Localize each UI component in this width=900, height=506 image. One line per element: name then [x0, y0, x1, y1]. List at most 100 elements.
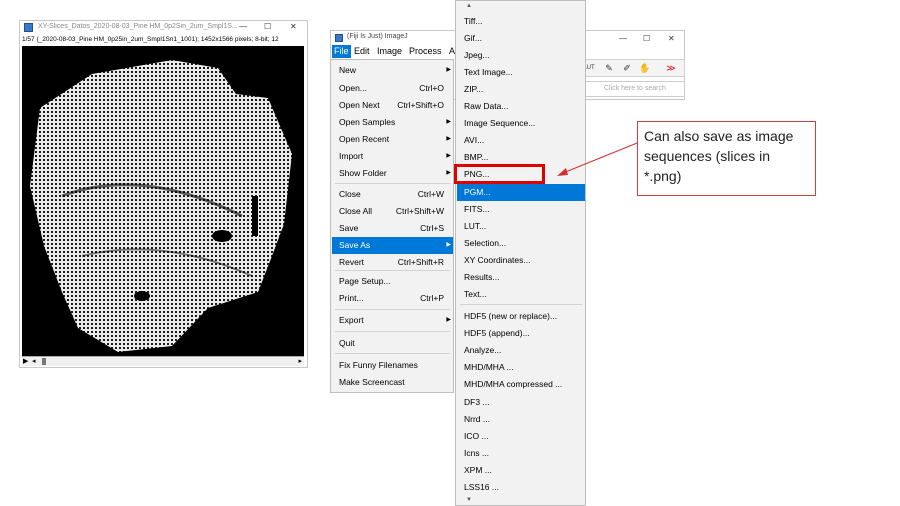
maximize-button[interactable]: ☐	[264, 22, 271, 31]
menu-item-label: Close	[339, 189, 361, 199]
file-menu-item-export[interactable]: Export ▶	[332, 312, 453, 329]
save-as-item-zip[interactable]: ZIP...	[457, 81, 585, 98]
imagej-app-icon	[24, 23, 33, 32]
save-as-item-xy-coordinates[interactable]: XY Coordinates...	[457, 252, 585, 269]
file-menu-item-quit[interactable]: Quit	[332, 335, 453, 352]
save-as-item-analyze[interactable]: Analyze...	[457, 342, 585, 359]
save-as-item-ico[interactable]: ICO ...	[457, 428, 585, 445]
save-as-item-mhd-mha-compressed[interactable]: MHD/MHA compressed ...	[457, 376, 585, 393]
menu-item-label: Close All	[339, 206, 373, 216]
save-as-item-raw-data[interactable]: Raw Data...	[457, 98, 585, 115]
scroll-up-icon[interactable]: ▲	[466, 3, 472, 9]
save-as-item-avi[interactable]: AVI...	[457, 132, 585, 149]
file-menu-item-save[interactable]: Save Ctrl+S	[332, 220, 453, 237]
file-menu-item-close[interactable]: Close Ctrl+W	[332, 186, 453, 203]
submenu-arrow-icon: ▶	[446, 153, 451, 159]
file-menu-item-show-folder[interactable]: Show Folder ▶	[332, 165, 453, 182]
menu-item-label: Page Setup...	[339, 276, 391, 286]
file-menu: New ▶ Open... Ctrl+O Open Next Ctrl+Shift+O Op…	[330, 59, 454, 393]
file-menu-item-revert[interactable]: Revert Ctrl+Shift+R	[332, 254, 453, 271]
file-menu-item-open-recent[interactable]: Open Recent ▶	[332, 131, 453, 148]
menu-item-label: Open...	[339, 83, 367, 93]
close-button[interactable]: ✕	[290, 22, 297, 31]
menu-item-label: Open Next	[339, 100, 380, 110]
menu-item-label: Show Folder	[339, 168, 387, 178]
submenu-arrow-icon: ▶	[446, 170, 451, 176]
more-tools-icon[interactable]: ≫	[664, 62, 678, 75]
save-as-item-selection[interactable]: Selection...	[457, 235, 585, 252]
save-as-item-tiff[interactable]: Tiff...	[457, 13, 585, 30]
save-as-item-xpm[interactable]: XPM ...	[457, 462, 585, 479]
save-as-item-mhd-mha[interactable]: MHD/MHA ...	[457, 359, 585, 376]
menu-separator	[335, 331, 450, 332]
submenu-arrow-icon: ▶	[446, 136, 451, 142]
save-as-item-pgm[interactable]: PGM...	[457, 184, 585, 201]
image-canvas[interactable]	[22, 46, 304, 358]
save-as-item-gif[interactable]: Gif...	[457, 30, 585, 47]
save-as-item-jpeg[interactable]: Jpeg...	[457, 47, 585, 64]
menu-item-label: Make Screencast	[339, 377, 405, 387]
menu-item-label: Save As	[339, 240, 371, 250]
file-menu-item-open-samples[interactable]: Open Samples ▶	[332, 114, 453, 131]
file-menu-item-fix-funny-filenames[interactable]: Fix Funny Filenames	[332, 357, 453, 374]
file-menu-item-open-next[interactable]: Open Next Ctrl+Shift+O	[332, 97, 453, 114]
menu-process[interactable]: Process	[407, 45, 444, 58]
save-as-item-text[interactable]: Text...	[457, 286, 585, 303]
search-input[interactable]: Click here to search	[583, 81, 685, 97]
file-menu-item-import[interactable]: Import ▶	[332, 148, 453, 165]
menu-item-shortcut: Ctrl+Shift+W	[395, 206, 444, 216]
save-as-item-hdf5-new-or-replace[interactable]: HDF5 (new or replace)...	[457, 308, 585, 325]
fiji-minimize-button[interactable]: —	[619, 34, 627, 43]
file-menu-item-new[interactable]: New ▶	[332, 62, 453, 79]
image-window-titlebar[interactable]: XY-Slices_Datos_2020-08-03_Pine HM_0p2Si…	[20, 21, 307, 35]
menu-file[interactable]: File	[332, 45, 351, 58]
save-as-item-image-sequence[interactable]: Image Sequence...	[457, 115, 585, 132]
file-menu-item-save-as[interactable]: Save As ▶	[332, 237, 453, 254]
save-as-item-df3[interactable]: DF3 ...	[457, 394, 585, 411]
image-info-line: 1/57 (_2020-08-03_Pine HM_0p25in_2um_Smp…	[22, 36, 279, 43]
menu-item-label: Print...	[339, 293, 364, 303]
scroll-left-icon[interactable]: ◂	[32, 357, 36, 365]
pencil-tool-icon[interactable]: ✎	[602, 62, 616, 75]
save-as-item-nrrd[interactable]: Nrrd ...	[457, 411, 585, 428]
play-icon[interactable]: ▶	[23, 357, 28, 365]
scroll-right-icon[interactable]: ▸	[298, 357, 302, 365]
file-menu-item-page-setup[interactable]: Page Setup...	[332, 273, 453, 290]
menu-item-shortcut: Ctrl+Shift+O	[397, 100, 444, 110]
save-as-item-icns[interactable]: Icns ...	[457, 445, 585, 462]
save-as-item-lut[interactable]: LUT...	[457, 218, 585, 235]
annotation-note: Can also save as image sequences (slices…	[637, 121, 816, 196]
menu-item-shortcut: Ctrl+O	[419, 83, 444, 93]
slice-scrollbar[interactable]: ▶ ◂ ▸	[22, 356, 304, 366]
menu-item-label: Fix Funny Filenames	[339, 360, 418, 370]
file-menu-item-make-screencast[interactable]: Make Screencast	[332, 374, 453, 391]
menu-image[interactable]: Image	[375, 45, 404, 58]
file-menu-item-print[interactable]: Print... Ctrl+P	[332, 290, 453, 307]
fiji-menubar: File Edit Image Process A	[331, 45, 456, 58]
file-menu-item-close-all[interactable]: Close All Ctrl+Shift+W	[332, 203, 453, 220]
menu-item-shortcut: Ctrl+Shift+R	[397, 257, 444, 267]
save-as-item-lss16[interactable]: LSS16 ...	[457, 479, 585, 496]
submenu-arrow-icon: ▶	[446, 119, 451, 125]
image-window: XY-Slices_Datos_2020-08-03_Pine HM_0p2Si…	[19, 20, 308, 368]
save-as-item-results[interactable]: Results...	[457, 269, 585, 286]
save-as-item-hdf5-append[interactable]: HDF5 (append)...	[457, 325, 585, 342]
fiji-app-icon	[335, 34, 343, 42]
menu-item-label: New	[339, 65, 357, 75]
menu-item-label: Export	[339, 315, 364, 325]
save-as-item-text-image[interactable]: Text Image...	[457, 64, 585, 81]
scroll-thumb[interactable]	[42, 358, 46, 365]
flood-fill-tool-icon[interactable]: ✋	[638, 62, 652, 75]
wood-slice-image	[30, 60, 292, 352]
fiji-close-button[interactable]: ✕	[668, 34, 675, 43]
fiji-maximize-button[interactable]: ☐	[643, 34, 650, 43]
menu-item-shortcut: Ctrl+W	[417, 189, 444, 199]
scroll-down-icon[interactable]: ▼	[466, 497, 472, 503]
save-as-item-fits[interactable]: FITS...	[457, 201, 585, 218]
menu-item-label: Quit	[339, 338, 355, 348]
submenu-arrow-icon: ▶	[446, 317, 451, 323]
menu-edit[interactable]: Edit	[352, 45, 372, 58]
minimize-button[interactable]: —	[239, 22, 247, 31]
brush-tool-icon[interactable]: ✐	[620, 62, 634, 75]
file-menu-item-open[interactable]: Open... Ctrl+O	[332, 80, 453, 97]
